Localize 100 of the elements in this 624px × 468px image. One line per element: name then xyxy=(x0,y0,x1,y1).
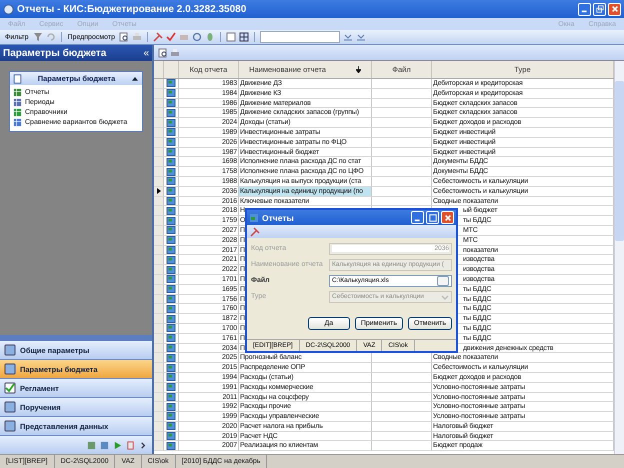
refresh-icon[interactable] xyxy=(192,32,202,42)
report-icon xyxy=(166,196,176,205)
close-icon xyxy=(610,5,618,13)
row-header-cell[interactable] xyxy=(154,363,164,373)
play-icon[interactable] xyxy=(113,440,122,450)
scrollbar[interactable] xyxy=(614,61,624,454)
row-header-cell[interactable] xyxy=(154,196,164,206)
row-header-cell[interactable] xyxy=(154,138,164,148)
folder-icon xyxy=(4,401,16,413)
report-icon xyxy=(166,354,176,362)
row-header-cell[interactable] xyxy=(154,284,164,295)
table-cell xyxy=(372,432,432,442)
row-header-cell[interactable] xyxy=(154,186,164,197)
row-header-cell[interactable] xyxy=(154,79,164,89)
row-header-cell[interactable] xyxy=(154,382,164,392)
table-cell xyxy=(372,79,432,89)
report-icon xyxy=(166,128,176,136)
tools-icon[interactable] xyxy=(153,32,163,42)
row-header-cell[interactable] xyxy=(154,236,164,246)
row-header-cell[interactable] xyxy=(154,334,164,344)
folder-icon xyxy=(4,420,16,432)
checkmark-icon[interactable] xyxy=(166,32,176,42)
report-icon xyxy=(166,108,176,117)
report-icon xyxy=(166,402,176,411)
row-header-cell[interactable] xyxy=(154,128,164,138)
row-header-cell[interactable] xyxy=(154,88,164,99)
report-icon xyxy=(166,334,176,342)
collapse-toggle[interactable] xyxy=(131,74,139,82)
row-header-cell[interactable] xyxy=(154,353,164,364)
row-header-cell[interactable] xyxy=(154,344,164,354)
report-icon xyxy=(166,412,176,420)
row-header-cell[interactable] xyxy=(154,314,164,324)
close-button[interactable] xyxy=(608,2,621,16)
report-icon xyxy=(166,89,176,98)
window-title: Отчеты - КИС:Бюджетирование 2.0.3282.35080 xyxy=(17,4,246,14)
print-preview-icon[interactable] xyxy=(119,32,129,42)
document-icon xyxy=(13,74,22,84)
print-preview-icon[interactable] xyxy=(158,48,168,58)
report-icon xyxy=(166,432,176,440)
row-header-cell[interactable] xyxy=(154,392,164,402)
row-header-cell[interactable] xyxy=(154,412,164,422)
clipboard-icon[interactable] xyxy=(126,440,135,450)
row-header-cell[interactable] xyxy=(154,118,164,128)
undo-icon[interactable] xyxy=(46,32,56,42)
row-header-cell[interactable] xyxy=(154,324,164,334)
row-header-cell[interactable] xyxy=(154,176,164,187)
close-button[interactable] xyxy=(441,211,454,224)
row-header-cell[interactable] xyxy=(154,441,164,452)
collapse-button[interactable]: « xyxy=(143,48,149,58)
row-header-cell[interactable] xyxy=(154,265,164,275)
table-cell xyxy=(372,372,432,383)
row-header-cell[interactable] xyxy=(154,402,164,412)
row-header-cell[interactable] xyxy=(154,226,164,236)
sort-arrow-icon[interactable] xyxy=(356,66,361,73)
report-icon xyxy=(166,206,176,215)
row-header-cell[interactable] xyxy=(154,216,164,226)
row-header-cell[interactable] xyxy=(154,372,164,383)
row-header-cell[interactable] xyxy=(154,157,164,168)
row-header-cell[interactable] xyxy=(154,246,164,256)
combo-field[interactable] xyxy=(260,31,340,43)
row-header-cell[interactable] xyxy=(154,167,164,177)
table-cell xyxy=(372,422,432,432)
report-icon xyxy=(166,138,176,146)
row-header-cell[interactable] xyxy=(154,422,164,432)
report-icon xyxy=(166,158,176,166)
app-icon xyxy=(249,212,259,222)
maximize-button[interactable] xyxy=(426,211,439,224)
report-icon xyxy=(166,266,176,274)
row-header-cell[interactable] xyxy=(154,98,164,108)
minimize-button[interactable] xyxy=(578,2,591,16)
compare-icon xyxy=(13,118,22,127)
row-header-cell[interactable] xyxy=(154,148,164,158)
table-cell xyxy=(372,392,432,402)
report-icon xyxy=(166,246,176,254)
calendar-icon xyxy=(13,98,22,107)
columns-icon[interactable] xyxy=(226,32,236,42)
move-right-icon[interactable] xyxy=(356,32,366,42)
table-cell xyxy=(372,157,432,168)
row-header-cell[interactable] xyxy=(154,255,164,266)
table-cell xyxy=(372,441,432,452)
minimize-button[interactable] xyxy=(411,211,424,224)
row-header-cell[interactable] xyxy=(154,108,164,118)
splitter[interactable] xyxy=(0,335,152,341)
current-row-icon xyxy=(156,188,160,194)
restore-button[interactable] xyxy=(593,2,606,16)
row-header-cell[interactable] xyxy=(154,294,164,304)
report-icon xyxy=(166,324,176,332)
grid-icon[interactable] xyxy=(239,32,249,42)
row-header-cell[interactable] xyxy=(154,206,164,216)
leaf-icon[interactable] xyxy=(205,32,215,42)
row-header-cell[interactable] xyxy=(154,432,164,442)
row-header-cell[interactable] xyxy=(154,304,164,314)
browse-button[interactable] xyxy=(437,276,449,286)
close-icon xyxy=(444,214,452,222)
move-left-icon[interactable] xyxy=(343,32,353,42)
tools-icon[interactable] xyxy=(250,226,260,236)
chevron-icon[interactable] xyxy=(139,440,148,450)
row-header-cell[interactable] xyxy=(154,274,164,285)
report-icon xyxy=(166,177,176,186)
funnel-icon[interactable] xyxy=(32,32,43,42)
